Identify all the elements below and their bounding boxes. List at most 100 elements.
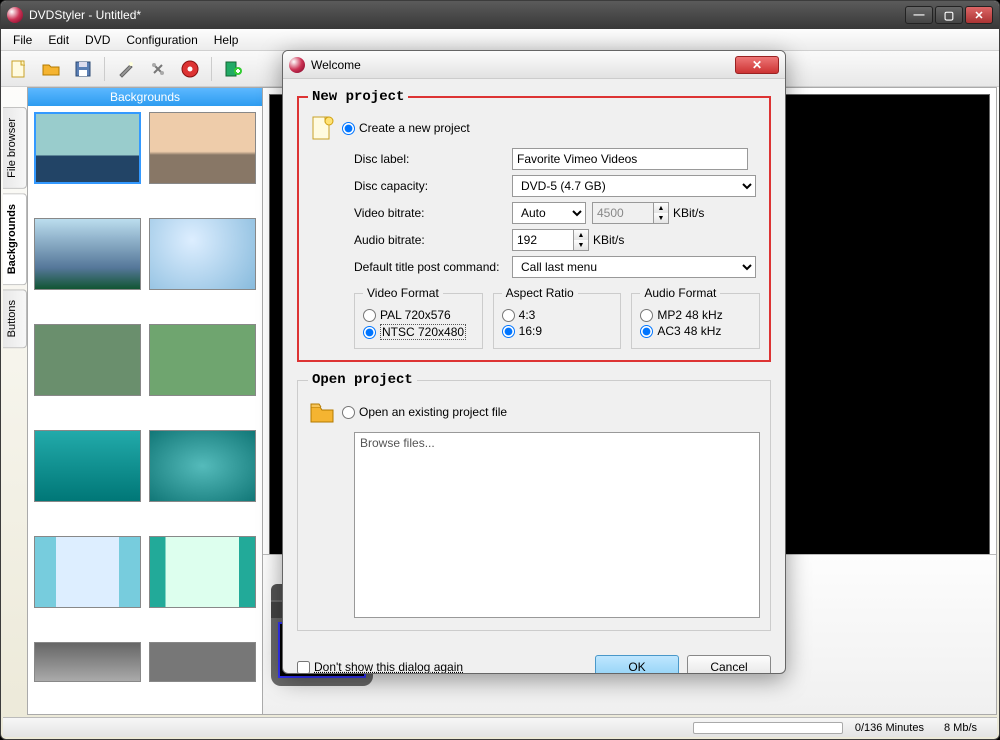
- window-title: DVDStyler - Untitled*: [29, 8, 905, 22]
- welcome-dialog: Welcome ✕ New project Create a new proje…: [282, 50, 786, 674]
- status-bitrate: 8 Mb/s: [944, 722, 977, 734]
- form-grid: Disc label: Disc capacity: DVD-5 (4.7 GB…: [354, 148, 760, 278]
- ntsc-label: NTSC 720x480: [380, 324, 466, 340]
- post-command-label: Default title post command:: [354, 260, 512, 274]
- browse-files-list[interactable]: Browse files...: [354, 432, 760, 618]
- video-format-group: Video Format PAL 720x576 NTSC 720x480: [354, 286, 483, 349]
- cancel-button[interactable]: Cancel: [687, 655, 771, 674]
- backgrounds-grid[interactable]: [28, 106, 262, 714]
- burn-button[interactable]: [176, 55, 204, 83]
- new-file-icon: [308, 114, 336, 142]
- open-existing-radio[interactable]: [342, 406, 355, 419]
- dont-show-label: Don't show this dialog again: [314, 660, 463, 674]
- bg-thumb[interactable]: [34, 642, 141, 682]
- maximize-button[interactable]: ▢: [935, 6, 963, 24]
- dont-show-checkbox-input[interactable]: [297, 661, 310, 674]
- pal-label: PAL 720x576: [380, 308, 451, 322]
- create-new-label: Create a new project: [359, 121, 470, 135]
- open-project-button[interactable]: [37, 55, 65, 83]
- bg-thumb[interactable]: [149, 324, 256, 396]
- status-duration: 0/136 Minutes: [855, 722, 924, 734]
- audio-bitrate-label: Audio bitrate:: [354, 233, 512, 247]
- disc-capacity-label: Disc capacity:: [354, 179, 512, 193]
- bg-thumb[interactable]: [149, 536, 256, 608]
- tab-backgrounds[interactable]: Backgrounds: [3, 193, 27, 285]
- close-button[interactable]: ✕: [965, 6, 993, 24]
- disc-label-field[interactable]: [512, 148, 748, 170]
- bg-thumb[interactable]: [149, 218, 256, 290]
- bg-thumb[interactable]: [34, 218, 141, 290]
- dialog-icon: [289, 57, 305, 73]
- open-project-section: Open project Open an existing project fi…: [297, 372, 771, 631]
- ntsc-radio[interactable]: [363, 326, 376, 339]
- tab-file-browser[interactable]: File browser: [3, 107, 27, 189]
- spinner-down-icon[interactable]: ▼: [654, 213, 668, 223]
- bg-thumb[interactable]: [34, 324, 141, 396]
- toolbar-separator: [104, 57, 105, 81]
- bg-thumb[interactable]: [34, 536, 141, 608]
- ar-43-label: 4:3: [519, 308, 536, 322]
- dialog-title: Welcome: [311, 58, 735, 72]
- save-project-button[interactable]: [69, 55, 97, 83]
- spinner-up-icon[interactable]: ▲: [654, 203, 668, 213]
- minimize-button[interactable]: —: [905, 6, 933, 24]
- mp2-label: MP2 48 kHz: [657, 308, 722, 322]
- bg-thumb[interactable]: [34, 112, 141, 184]
- bg-thumb[interactable]: [34, 430, 141, 502]
- aspect-ratio-legend: Aspect Ratio: [502, 286, 578, 300]
- ok-button[interactable]: OK: [595, 655, 679, 674]
- backgrounds-panel: Backgrounds: [27, 87, 263, 715]
- dialog-close-button[interactable]: ✕: [735, 56, 779, 74]
- menubar: File Edit DVD Configuration Help: [1, 29, 999, 51]
- ac3-label: AC3 48 kHz: [657, 324, 721, 338]
- audio-bitrate-spinner[interactable]: ▲▼: [574, 229, 589, 251]
- aspect-ratio-group: Aspect Ratio 4:3 16:9: [493, 286, 622, 349]
- menu-help[interactable]: Help: [206, 31, 247, 49]
- ac3-radio[interactable]: [640, 325, 653, 338]
- disc-label-label: Disc label:: [354, 152, 512, 166]
- menu-edit[interactable]: Edit: [40, 31, 77, 49]
- tab-buttons[interactable]: Buttons: [3, 289, 27, 348]
- audio-format-legend: Audio Format: [640, 286, 720, 300]
- open-project-legend: Open project: [308, 372, 417, 388]
- add-file-button[interactable]: [219, 55, 247, 83]
- new-project-section: New project Create a new project Disc la…: [297, 89, 771, 362]
- mp2-radio[interactable]: [640, 309, 653, 322]
- dialog-footer: Don't show this dialog again OK Cancel: [283, 649, 785, 674]
- audio-bitrate-unit: KBit/s: [593, 233, 624, 247]
- format-options: Video Format PAL 720x576 NTSC 720x480 As…: [354, 286, 760, 349]
- backgrounds-header: Backgrounds: [28, 88, 262, 106]
- spinner-down-icon[interactable]: ▼: [574, 240, 588, 250]
- video-bitrate-spinner[interactable]: ▲▼: [654, 202, 669, 224]
- bg-thumb[interactable]: [149, 430, 256, 502]
- post-command-select[interactable]: Call last menu: [512, 256, 756, 278]
- app-icon: [7, 7, 23, 23]
- menu-configuration[interactable]: Configuration: [118, 31, 205, 49]
- dont-show-checkbox[interactable]: Don't show this dialog again: [297, 660, 463, 674]
- menu-file[interactable]: File: [5, 31, 40, 49]
- create-new-radio[interactable]: [342, 122, 355, 135]
- disc-capacity-select[interactable]: DVD-5 (4.7 GB): [512, 175, 756, 197]
- video-bitrate-unit: KBit/s: [673, 206, 704, 220]
- settings-button[interactable]: [144, 55, 172, 83]
- dialog-titlebar: Welcome ✕: [283, 51, 785, 79]
- ar-169-radio[interactable]: [502, 325, 515, 338]
- window-controls: — ▢ ✕: [905, 6, 993, 24]
- spinner-up-icon[interactable]: ▲: [574, 230, 588, 240]
- audio-format-group: Audio Format MP2 48 kHz AC3 48 kHz: [631, 286, 760, 349]
- bg-thumb[interactable]: [149, 112, 256, 184]
- menu-dvd[interactable]: DVD: [77, 31, 118, 49]
- open-existing-label: Open an existing project file: [359, 405, 507, 419]
- wizard-button[interactable]: [112, 55, 140, 83]
- bg-thumb[interactable]: [149, 642, 256, 682]
- audio-bitrate-field[interactable]: [512, 229, 574, 251]
- video-bitrate-label: Video bitrate:: [354, 206, 512, 220]
- ar-43-radio[interactable]: [502, 309, 515, 322]
- titlebar: DVDStyler - Untitled* — ▢ ✕: [1, 1, 999, 29]
- video-bitrate-mode-select[interactable]: Auto: [512, 202, 586, 224]
- statusbar: 0/136 Minutes 8 Mb/s: [3, 717, 997, 737]
- new-project-legend: New project: [308, 89, 408, 105]
- video-bitrate-field: [592, 202, 654, 224]
- new-project-button[interactable]: [5, 55, 33, 83]
- pal-radio[interactable]: [363, 309, 376, 322]
